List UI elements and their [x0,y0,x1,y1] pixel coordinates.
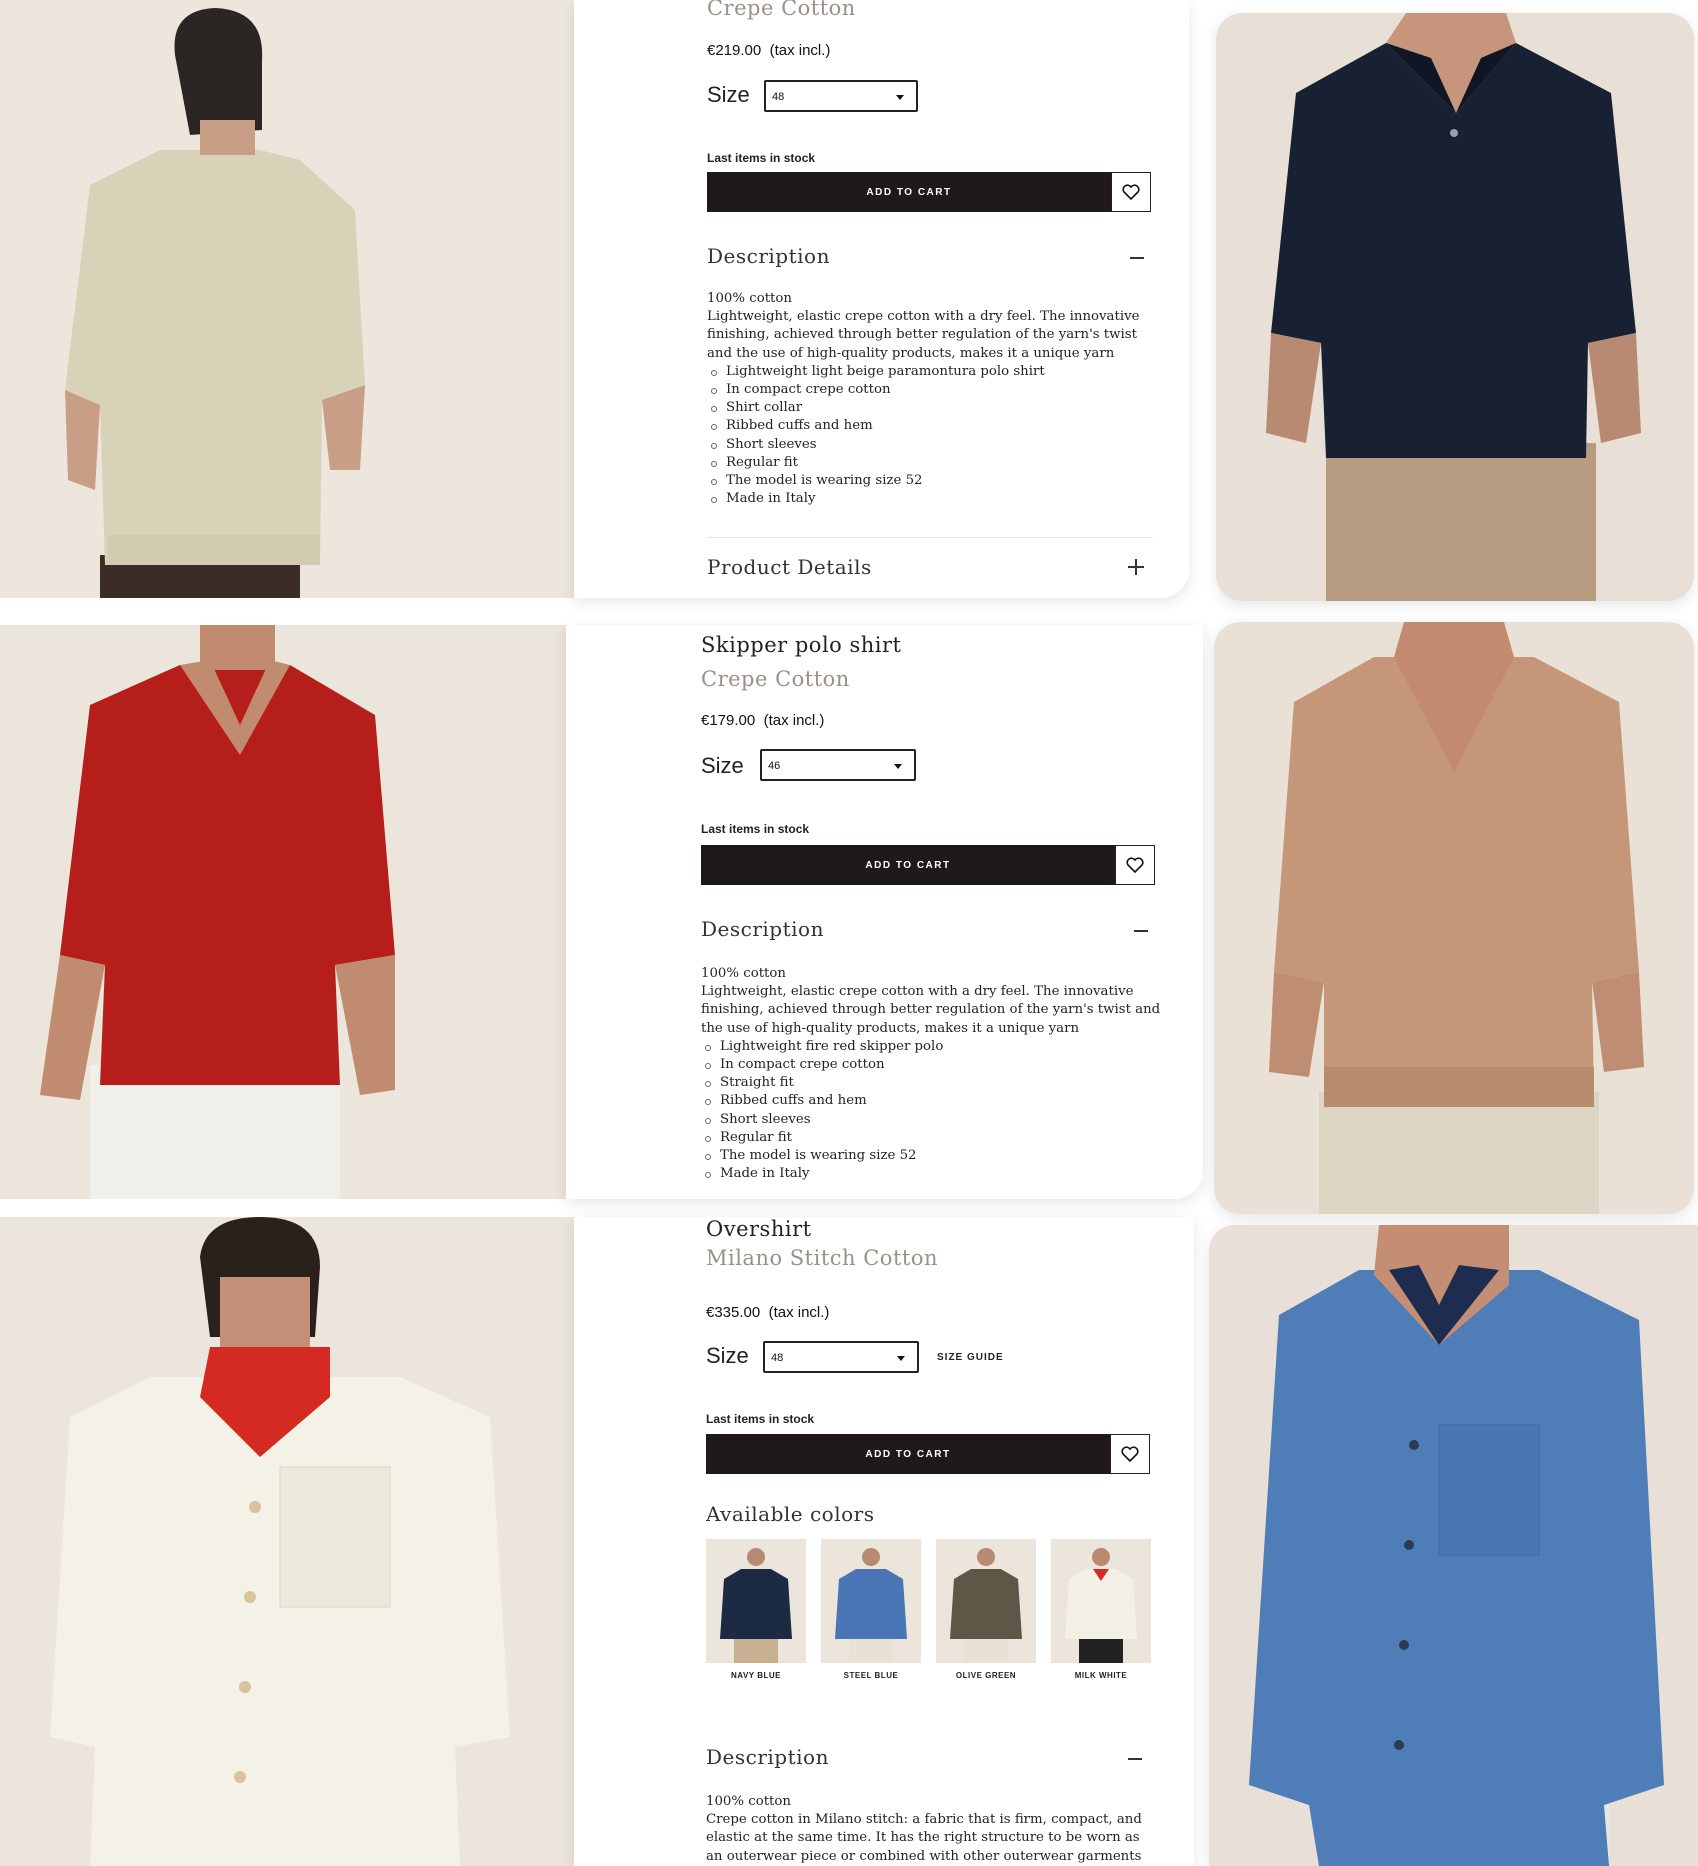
swatch-image [821,1539,921,1663]
feature-item: Short sleeves [705,1111,1161,1129]
product-card-skipper-polo: Skipper polo shirt Crepe Cotton €179.00 … [566,625,1203,1199]
product-photo-red-skipper-polo [0,625,566,1199]
size-select-value: 48 [772,91,785,103]
product-subtitle: Crepe Cotton [707,0,856,20]
add-to-cart-button[interactable]: ADD TO CART [706,1434,1110,1474]
size-select-value: 48 [771,1352,784,1364]
feature-item: Ribbed cuffs and hem [711,417,1157,435]
feature-item: The model is wearing size 52 [711,472,1157,490]
price-value: €335.00 [706,1304,761,1321]
size-select[interactable]: 48 [763,1341,919,1373]
feature-item: Ribbed cuffs and hem [705,1092,1161,1110]
heart-icon [1126,857,1144,873]
feature-list: Lightweight fire red skipper polo In com… [701,1038,1161,1184]
price-tax-note: (tax incl.) [763,712,825,729]
product-photo-tan-skipper-polo [1214,622,1694,1214]
swatch-label: NAVY BLUE [731,1671,781,1680]
caret-down-icon [894,764,902,769]
product-subtitle: Milano Stitch Cotton [706,1246,938,1270]
swatch-label: STEEL BLUE [843,1671,899,1680]
description-heading: Description [701,917,824,941]
color-swatch-olive-green[interactable]: OLIVE GREEN [936,1539,1036,1680]
price-value: €179.00 [701,712,756,729]
product-price: €179.00 (tax incl.) [701,712,824,729]
heart-icon [1122,184,1140,200]
stock-status: Last items in stock [706,1412,815,1426]
swatch-label: OLIVE GREEN [955,1671,1017,1680]
description-line: Lightweight, elastic crepe cotton with a… [701,984,1161,1036]
size-label: Size [701,753,744,778]
swatch-label: MILK WHITE [1074,1671,1128,1680]
feature-item: Regular fit [711,454,1157,472]
add-to-cart-button[interactable]: ADD TO CART [701,845,1115,885]
price-value: €219.00 [707,42,762,59]
description-heading: Description [706,1745,829,1769]
feature-item: Short sleeves [711,436,1157,454]
feature-item: Shirt collar [711,399,1157,417]
feature-item: Lightweight light beige paramontura polo… [711,363,1157,381]
size-select[interactable]: 46 [760,749,916,781]
feature-item: The model is wearing size 52 [705,1147,1161,1165]
product-subtitle: Crepe Cotton [701,667,850,691]
product-photo-steel-blue-overshirt [1209,1225,1698,1866]
minus-icon[interactable] [1130,257,1144,259]
size-guide-link[interactable]: SIZE GUIDE [937,1352,1004,1363]
product-description: 100% cotton Crepe cotton in Milano stitc… [706,1793,1156,1866]
swatch-image [936,1539,1036,1663]
feature-item: Lightweight fire red skipper polo [705,1038,1161,1056]
product-description: 100% cotton Lightweight, elastic crepe c… [707,290,1157,508]
description-line: 100% cotton [706,1794,791,1809]
description-line: 100% cotton [701,966,786,981]
product-title: Skipper polo shirt [701,633,902,657]
feature-item: Made in Italy [711,490,1157,508]
feature-list: Lightweight light beige paramontura polo… [707,363,1157,509]
add-to-cart-button[interactable]: ADD TO CART [707,172,1111,212]
minus-icon[interactable] [1134,930,1148,932]
product-photo-beige-polo-back [0,0,574,598]
swatch-image [1051,1539,1151,1663]
size-select[interactable]: 48 [764,80,918,112]
color-swatch-navy-blue[interactable]: NAVY BLUE [706,1539,806,1680]
product-card-paramontura: Crepe Cotton €219.00 (tax incl.) Size 48… [574,0,1189,598]
wishlist-button[interactable] [1111,172,1151,212]
feature-item: Straight fit [705,1074,1161,1092]
caret-down-icon [896,95,904,100]
description-line: Lightweight, elastic crepe cotton with a… [707,309,1140,361]
product-details-heading[interactable]: Product Details [707,555,872,579]
color-swatch-milk-white[interactable]: MILK WHITE [1051,1539,1151,1680]
product-title: Overshirt [706,1217,812,1241]
heart-icon [1121,1446,1139,1462]
swatch-image [706,1539,806,1663]
size-label: Size [707,82,750,107]
product-price: €335.00 (tax incl.) [706,1304,829,1321]
caret-down-icon [897,1356,905,1361]
plus-icon[interactable] [1128,559,1144,575]
feature-item: Made in Italy [705,1165,1161,1183]
product-photo-navy-polo [1216,13,1694,601]
size-label: Size [706,1343,749,1368]
feature-item: In compact crepe cotton [705,1056,1161,1074]
stock-status: Last items in stock [707,151,816,165]
available-colors-heading: Available colors [706,1502,875,1526]
wishlist-button[interactable] [1115,845,1155,885]
product-card-overshirt: Overshirt Milano Stitch Cotton €335.00 (… [574,1217,1194,1866]
description-line: Crepe cotton in Milano stitch: a fabric … [706,1812,1142,1864]
description-line: 100% cotton [707,291,792,306]
product-description: 100% cotton Lightweight, elastic crepe c… [701,965,1161,1183]
feature-item: Regular fit [705,1129,1161,1147]
stock-status: Last items in stock [701,822,810,836]
product-price: €219.00 (tax incl.) [707,42,830,59]
wishlist-button[interactable] [1110,1434,1150,1474]
minus-icon[interactable] [1128,1758,1142,1760]
size-select-value: 46 [768,760,781,772]
price-tax-note: (tax incl.) [768,1304,830,1321]
price-tax-note: (tax incl.) [769,42,831,59]
section-divider [707,537,1153,538]
color-swatch-steel-blue[interactable]: STEEL BLUE [821,1539,921,1680]
product-photo-white-overshirt [0,1217,574,1866]
description-heading: Description [707,244,830,268]
feature-item: In compact crepe cotton [711,381,1157,399]
